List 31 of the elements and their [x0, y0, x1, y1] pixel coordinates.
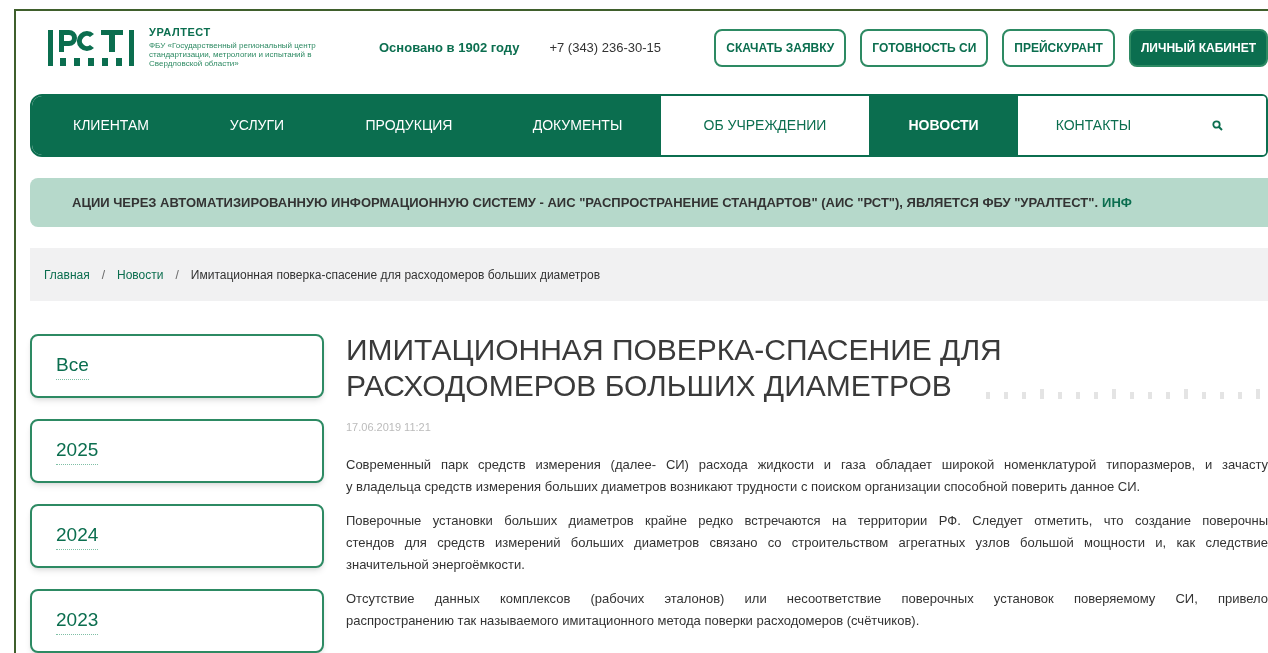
year-filter[interactable]: 2023: [30, 589, 324, 653]
article-title: ИМИТАЦИОННАЯ ПОВЕРКА-СПАСЕНИЕ ДЛЯ РАСХОДОМЕРОВ БОЛЬШИХ ДИАМЕТРОВ: [346, 332, 1003, 404]
phone-number[interactable]: +7 (343) 236-30-15: [549, 37, 662, 58]
header-button[interactable]: ГОТОВНОСТЬ СИ: [860, 28, 989, 67]
breadcrumb-link[interactable]: Главная: [44, 265, 90, 284]
nav-tab[interactable]: НОВОСТИ: [869, 96, 1018, 156]
year-filter[interactable]: 2025: [30, 419, 324, 483]
article-date: 17.06.2019 11:21: [346, 420, 432, 435]
brand-subtitle: ФБУ «Государственный региональный центр стандартизации, метрологии и испытаний в Свердловской области»: [149, 41, 317, 69]
nav-tab[interactable]: КЛИЕНТАМ: [32, 96, 190, 156]
year-filter[interactable]: 2024: [30, 504, 324, 568]
header-button[interactable]: ПРЕЙСКУРАНТ: [1002, 28, 1115, 67]
article-paragraph: Отсутствие данных комплексов (рабочих эталонов) или несоответствие поверочных установок поверяемому СИ, привело распространению так называемого имитационного метода поверки расходомеров (счётчиков).: [346, 589, 1268, 630]
breadcrumb-current: Имитационная поверка-спасение для расходомеров больших диаметров: [190, 266, 601, 284]
founded-text: Основано в 1902 году: [379, 38, 520, 57]
breadcrumb-separator: /: [175, 266, 179, 284]
article-paragraph: Современный парк средств измерения (далее- СИ) расхода жидкости и газа обладает широкой номенклатурой типоразмеров, и зачасту у владельца средств измерения больших диаметров возникают трудности с поиском организации способной поверить данное СИ.: [346, 455, 1268, 496]
ticker-link[interactable]: ИНФ: [1102, 192, 1132, 213]
breadcrumb-separator: /: [101, 266, 106, 284]
year-filter[interactable]: Все: [30, 334, 324, 398]
nav-tab[interactable]: УСЛУГИ: [190, 96, 324, 156]
nav-tab[interactable]: ПРОДУКЦИЯ: [324, 96, 494, 156]
breadcrumb-link[interactable]: Новости: [117, 265, 164, 284]
search-icon[interactable]: [1212, 120, 1223, 132]
article-paragraph: Поверочные установки больших диаметров крайне редко встречаются на территории РФ. Следует отметить, что создание поверочны стендов для средств измерений больших диаметров связано со строительством агрегатных узлов большой мощности и, как следствие значительной энергоёмкости.: [346, 511, 1268, 574]
nav-tab[interactable]: ДОКУМЕНТЫ: [494, 96, 661, 156]
logo-icon: [48, 27, 134, 68]
brand-name: УРАЛТЕСТ: [149, 27, 212, 39]
header-button[interactable]: СКАЧАТЬ ЗАЯВКУ: [714, 28, 847, 67]
ticker-text: АЦИИ ЧЕРЕЗ АВТОМАТИЗИРОВАННУЮ ИНФОРМАЦИОННУЮ СИСТЕМУ - АИС "РАСПРОСТРАНЕНИЕ СТАНДАРТОВ" (АИС "РСТ"), ЯВЛЯЕТСЯ ФБУ "УРАЛТЕСТ".: [72, 193, 1099, 212]
header-button[interactable]: ЛИЧНЫЙ КАБИНЕТ: [1128, 28, 1268, 67]
